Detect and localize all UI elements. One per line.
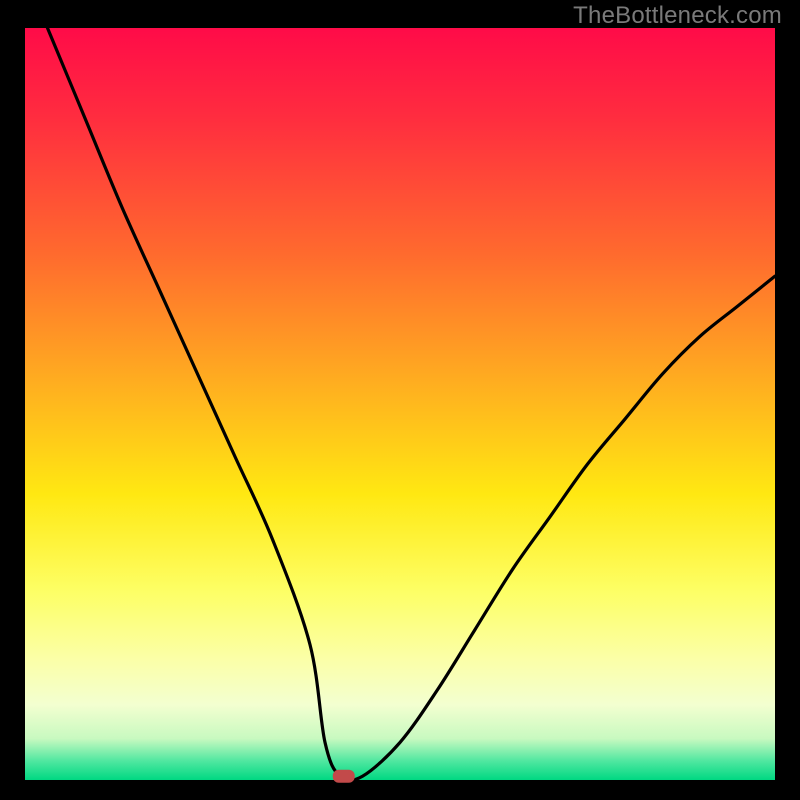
bottleneck-chart — [0, 0, 800, 800]
chart-frame: TheBottleneck.com — [0, 0, 800, 800]
watermark-label: TheBottleneck.com — [573, 2, 782, 30]
plot-background — [25, 28, 775, 780]
optimal-marker — [333, 770, 355, 783]
